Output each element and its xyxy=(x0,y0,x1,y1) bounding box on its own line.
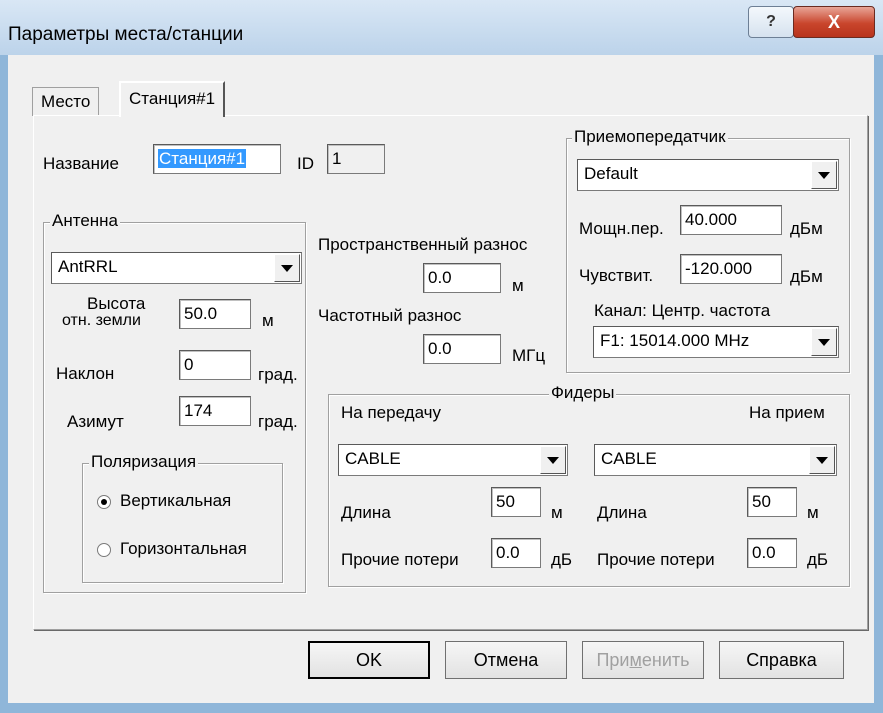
pol-horizontal-radio[interactable] xyxy=(97,543,111,557)
sensitivity-unit: дБм xyxy=(790,267,823,286)
tx-cable-select[interactable]: CABLE xyxy=(338,444,568,476)
antenna-group-label: Антенна xyxy=(50,211,121,231)
space-diversity-unit: м xyxy=(512,276,524,295)
rx-loss-value: 0.0 xyxy=(752,543,776,562)
title-bar: Параметры места/станции ? X xyxy=(0,0,883,55)
channel-value: F1: 15014.000 MHz xyxy=(600,331,750,350)
pol-horizontal-label[interactable]: Горизонтальная xyxy=(120,539,247,559)
rx-length-value: 50 xyxy=(752,492,771,511)
tx-loss-unit: дБ xyxy=(551,550,573,569)
dialog-window: Параметры места/станции ? X Место Станци… xyxy=(0,0,883,713)
height-value: 50.0 xyxy=(184,304,218,323)
help-caption-button[interactable]: ? xyxy=(748,6,794,38)
antenna-model-select[interactable]: AntRRL xyxy=(51,252,302,284)
feeders-group-label: Фидеры xyxy=(549,383,617,403)
tx-length-label: Длина xyxy=(341,503,391,522)
chevron-down-icon[interactable] xyxy=(274,254,300,282)
feeders-group: Фидеры На передачу На прием CABLE CABLE … xyxy=(328,383,850,587)
sensitivity-value: -120.000 xyxy=(685,259,753,278)
rx-length-unit: м xyxy=(807,503,819,522)
height-input[interactable]: 50.0 xyxy=(179,299,251,329)
freq-diversity-input[interactable]: 0.0 xyxy=(423,334,501,364)
ok-button[interactable]: OK xyxy=(308,641,430,679)
help-button[interactable]: Справка xyxy=(719,641,844,679)
tab-station[interactable]: Станция#1 xyxy=(119,81,226,117)
id-field: 1 xyxy=(327,144,385,174)
tx-loss-input[interactable]: 0.0 xyxy=(491,538,541,568)
transceiver-group: Приемопередатчик Default Мощн.пер. 40.00… xyxy=(566,127,850,373)
channel-select[interactable]: F1: 15014.000 MHz xyxy=(593,326,839,358)
feeders-tx-label: На передачу xyxy=(341,403,442,422)
rx-loss-label: Прочие потери xyxy=(597,550,715,569)
tx-loss-label: Прочие потери xyxy=(341,550,459,569)
transceiver-model-value: Default xyxy=(584,164,638,183)
cancel-button[interactable]: Отмена xyxy=(445,641,567,679)
pol-vertical-label[interactable]: Вертикальная xyxy=(120,491,231,511)
tx-length-input[interactable]: 50 xyxy=(491,487,541,517)
close-icon: X xyxy=(827,11,840,32)
question-icon: ? xyxy=(766,13,776,30)
space-diversity-label: Пространственный разнос xyxy=(318,235,528,254)
azimuth-unit: град. xyxy=(258,412,298,431)
tx-power-unit: дБм xyxy=(790,219,823,238)
space-diversity-input[interactable]: 0.0 xyxy=(423,263,501,293)
azimuth-input[interactable]: 174 xyxy=(179,396,251,426)
transceiver-model-select[interactable]: Default xyxy=(577,159,839,191)
pol-vertical-radio[interactable] xyxy=(97,495,111,509)
freq-diversity-label: Частотный разнос xyxy=(318,306,462,325)
tilt-unit: град. xyxy=(258,365,298,384)
azimuth-label: Азимут xyxy=(67,412,124,431)
name-input[interactable]: Станция#1 xyxy=(153,144,281,174)
height-label-1: Высота xyxy=(87,294,146,313)
rx-loss-input[interactable]: 0.0 xyxy=(747,538,797,568)
tilt-input[interactable]: 0 xyxy=(179,350,251,380)
sensitivity-input[interactable]: -120.000 xyxy=(680,254,782,284)
rx-length-input[interactable]: 50 xyxy=(747,487,797,517)
apply-label-c: енить xyxy=(641,649,690,670)
name-label: Название xyxy=(43,154,119,173)
tab-panel: Название Станция#1 ID 1 Антенна AntRRL В… xyxy=(33,115,868,630)
feeders-rx-label: На прием xyxy=(749,403,825,422)
id-label: ID xyxy=(297,154,314,173)
apply-label-b: м xyxy=(629,649,642,670)
tx-length-value: 50 xyxy=(496,492,515,511)
polarization-group: Поляризация Вертикальная Горизонтальная xyxy=(82,452,283,583)
antenna-model-value: AntRRL xyxy=(58,257,118,276)
window-title: Параметры места/станции xyxy=(8,24,244,45)
tab-place[interactable]: Место xyxy=(32,87,100,116)
chevron-down-icon[interactable] xyxy=(809,446,835,474)
antenna-group: Антенна AntRRL Высота отн. земли 50.0 м … xyxy=(43,211,306,593)
rx-loss-unit: дБ xyxy=(807,550,829,569)
rx-length-label: Длина xyxy=(597,503,647,522)
freq-diversity-unit: МГц xyxy=(512,346,546,365)
rx-cable-value: CABLE xyxy=(601,449,657,468)
dialog-client: Место Станция#1 Название Станция#1 ID 1 … xyxy=(8,55,874,703)
chevron-down-icon[interactable] xyxy=(540,446,566,474)
tilt-label: Наклон xyxy=(56,364,115,383)
name-value: Станция#1 xyxy=(158,149,247,168)
tx-length-unit: м xyxy=(551,503,563,522)
close-button[interactable]: X xyxy=(793,6,875,38)
sensitivity-label: Чувствит. xyxy=(579,266,654,285)
freq-diversity-value: 0.0 xyxy=(428,339,452,358)
space-diversity-value: 0.0 xyxy=(428,268,452,287)
polarization-group-label: Поляризация xyxy=(89,452,199,472)
apply-label-a: При xyxy=(596,649,630,670)
tx-loss-value: 0.0 xyxy=(496,543,520,562)
azimuth-value: 174 xyxy=(184,401,213,420)
tx-power-label: Мощн.пер. xyxy=(579,219,664,238)
height-label-2: отн. земли xyxy=(62,312,141,329)
rx-cable-select[interactable]: CABLE xyxy=(594,444,837,476)
apply-button[interactable]: При м енить xyxy=(582,641,704,679)
chevron-down-icon[interactable] xyxy=(811,161,837,189)
tilt-value: 0 xyxy=(184,355,194,374)
tx-cable-value: CABLE xyxy=(345,449,401,468)
chevron-down-icon[interactable] xyxy=(811,328,837,356)
tx-power-input[interactable]: 40.000 xyxy=(680,205,782,235)
id-value: 1 xyxy=(332,149,342,168)
height-unit: м xyxy=(262,311,274,330)
tx-power-value: 40.000 xyxy=(685,210,737,229)
transceiver-group-label: Приемопередатчик xyxy=(572,127,728,147)
channel-label: Канал: Центр. частота xyxy=(594,301,771,320)
